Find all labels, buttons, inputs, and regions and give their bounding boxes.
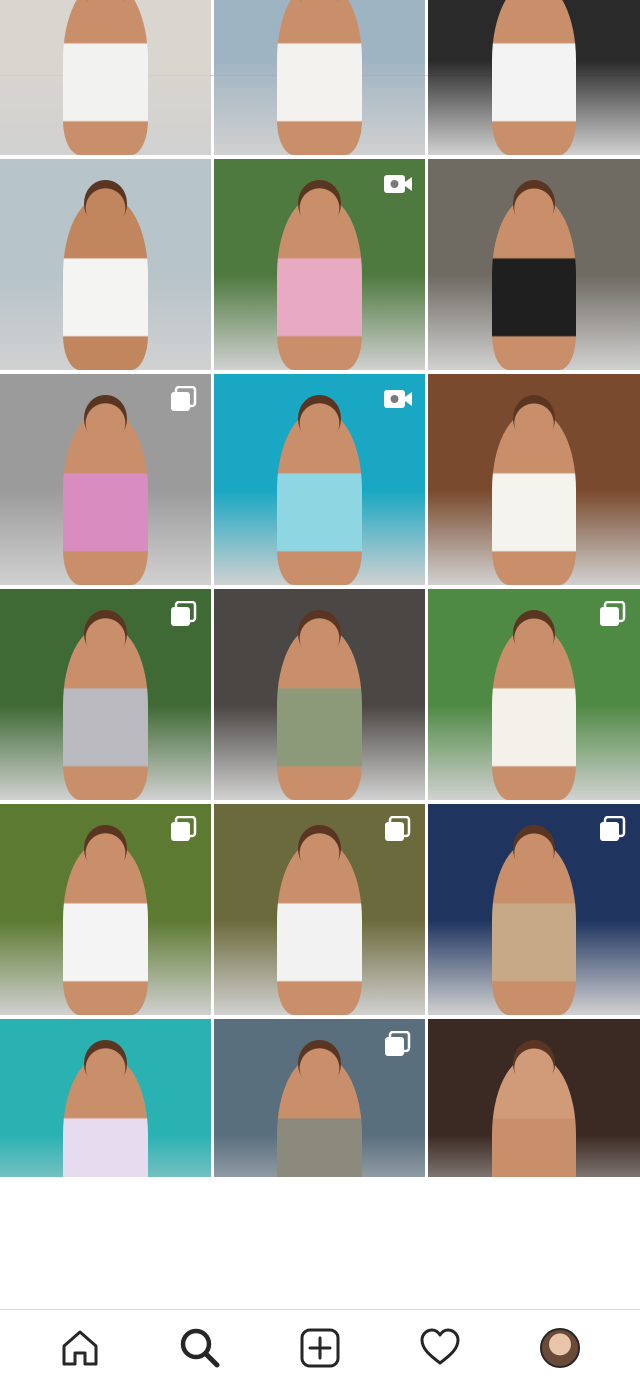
multiple-photos-icon: [171, 386, 197, 411]
tab-new-post[interactable]: [294, 1322, 346, 1374]
post-subject-head: [84, 395, 127, 442]
post-subject-head: [512, 825, 556, 872]
post-thumbnail[interactable]: [214, 589, 425, 800]
post-thumbnail[interactable]: [428, 0, 640, 155]
post-subject: [491, 0, 577, 155]
tab-profile[interactable]: [534, 1322, 586, 1374]
post-subject: [63, 0, 148, 155]
post-subject-head: [298, 610, 341, 657]
post-subject: [277, 0, 362, 155]
post-subject-head: [298, 825, 341, 872]
post-thumbnail[interactable]: [0, 589, 211, 800]
post-thumbnail[interactable]: [214, 1019, 425, 1177]
post-subject-head: [84, 610, 127, 657]
tab-search[interactable]: [174, 1322, 226, 1374]
post-subject-head: [298, 180, 341, 227]
multiple-photos-icon: [385, 816, 411, 841]
post-subject-head: [84, 1040, 127, 1087]
plus-square-icon: [300, 1328, 340, 1368]
post-subject-head: [512, 1040, 556, 1087]
home-icon: [62, 1330, 98, 1366]
post-thumbnail[interactable]: [0, 159, 211, 370]
post-thumbnail[interactable]: [0, 804, 211, 1015]
multiple-photos-icon: [600, 816, 626, 841]
video-icon: [384, 390, 412, 408]
post-subject-head: [512, 395, 556, 442]
post-thumbnail[interactable]: [0, 1019, 211, 1177]
search-icon: [180, 1328, 220, 1368]
multiple-photos-icon: [385, 1031, 411, 1056]
post-subject-head: [298, 1040, 341, 1087]
post-thumbnail[interactable]: [214, 0, 425, 155]
multiple-photos-icon: [171, 601, 197, 626]
avatar: [540, 1328, 580, 1368]
post-subject-head: [298, 395, 341, 442]
multiple-photos-icon: [600, 601, 626, 626]
video-icon: [384, 175, 412, 193]
multiple-photos-icon: [171, 816, 197, 841]
posts-grid: [0, 0, 640, 1177]
post-thumbnail[interactable]: [428, 804, 640, 1015]
tab-activity[interactable]: [414, 1322, 466, 1374]
post-thumbnail[interactable]: [214, 804, 425, 1015]
post-thumbnail[interactable]: [428, 159, 640, 370]
post-subject-head: [84, 180, 127, 227]
post-thumbnail[interactable]: [428, 1019, 640, 1177]
bottom-tab-bar: [0, 1309, 640, 1386]
tab-home[interactable]: [54, 1322, 106, 1374]
post-thumbnail[interactable]: [428, 589, 640, 800]
heart-icon: [420, 1328, 460, 1365]
post-thumbnail[interactable]: [428, 374, 640, 585]
post-thumbnail[interactable]: [0, 374, 211, 585]
post-thumbnail[interactable]: [214, 159, 425, 370]
post-thumbnail[interactable]: [0, 0, 211, 155]
post-subject-head: [84, 825, 127, 872]
post-subject-head: [512, 180, 556, 227]
post-subject-head: [512, 610, 556, 657]
post-thumbnail[interactable]: [214, 374, 425, 585]
